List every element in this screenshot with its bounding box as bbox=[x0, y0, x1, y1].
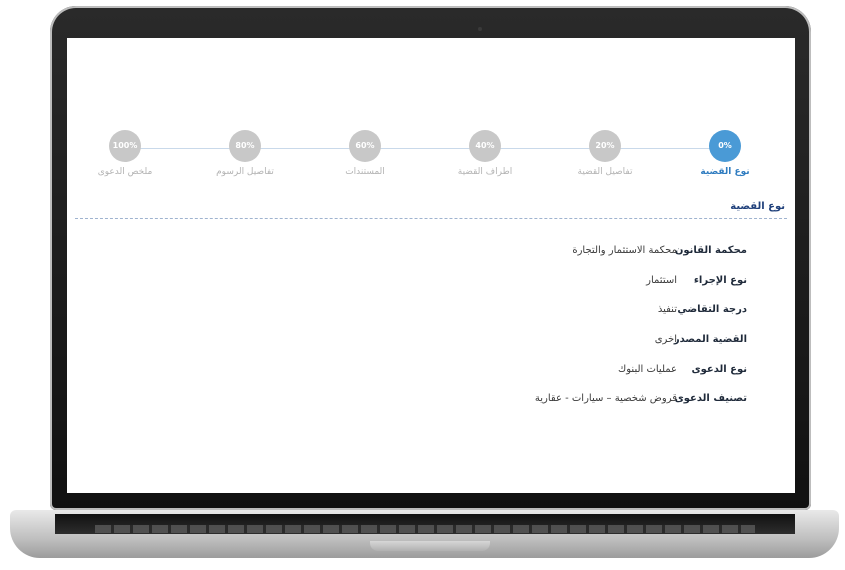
detail-label: محكمة القانون bbox=[674, 245, 747, 256]
detail-row-procedure-type: نوع الإجراء استثمار bbox=[67, 275, 795, 293]
case-details-list: محكمة القانون محكمة الاستثمار والتجارة ن… bbox=[67, 38, 795, 493]
detail-value: قروض شخصية – سيارات - عقارية bbox=[534, 393, 677, 404]
detail-label: القضية المصدر bbox=[673, 334, 747, 345]
detail-label: نوع الإجراء bbox=[693, 275, 747, 286]
camera-dot bbox=[478, 27, 482, 31]
detail-label: درجة التقاضي bbox=[677, 304, 747, 315]
detail-value: اخرى bbox=[654, 334, 677, 345]
detail-row-source-case: القضية المصدر اخرى bbox=[67, 334, 795, 352]
detail-row-claim-classification: تصنيف الدعوى قروض شخصية – سيارات - عقاري… bbox=[67, 393, 795, 411]
trackpad-notch bbox=[370, 541, 490, 551]
detail-row-claim-type: نوع الدعوى عمليات البنوك bbox=[67, 364, 795, 382]
detail-row-court: محكمة القانون محكمة الاستثمار والتجارة bbox=[67, 245, 795, 263]
app-screen: 0% نوع القضية 20% تفاصيل القضية 40% اطرا… bbox=[67, 38, 795, 493]
detail-value: عمليات البنوك bbox=[618, 364, 677, 375]
detail-value: محكمة الاستثمار والتجارة bbox=[572, 245, 677, 256]
detail-value: تنفيذ bbox=[657, 304, 677, 315]
detail-label: نوع الدعوى bbox=[691, 364, 747, 375]
keyboard-keys bbox=[95, 525, 755, 533]
detail-value: استثمار bbox=[646, 275, 677, 286]
detail-label: تصنيف الدعوى bbox=[674, 393, 747, 404]
detail-row-litigation-degree: درجة التقاضي تنفيذ bbox=[67, 304, 795, 322]
